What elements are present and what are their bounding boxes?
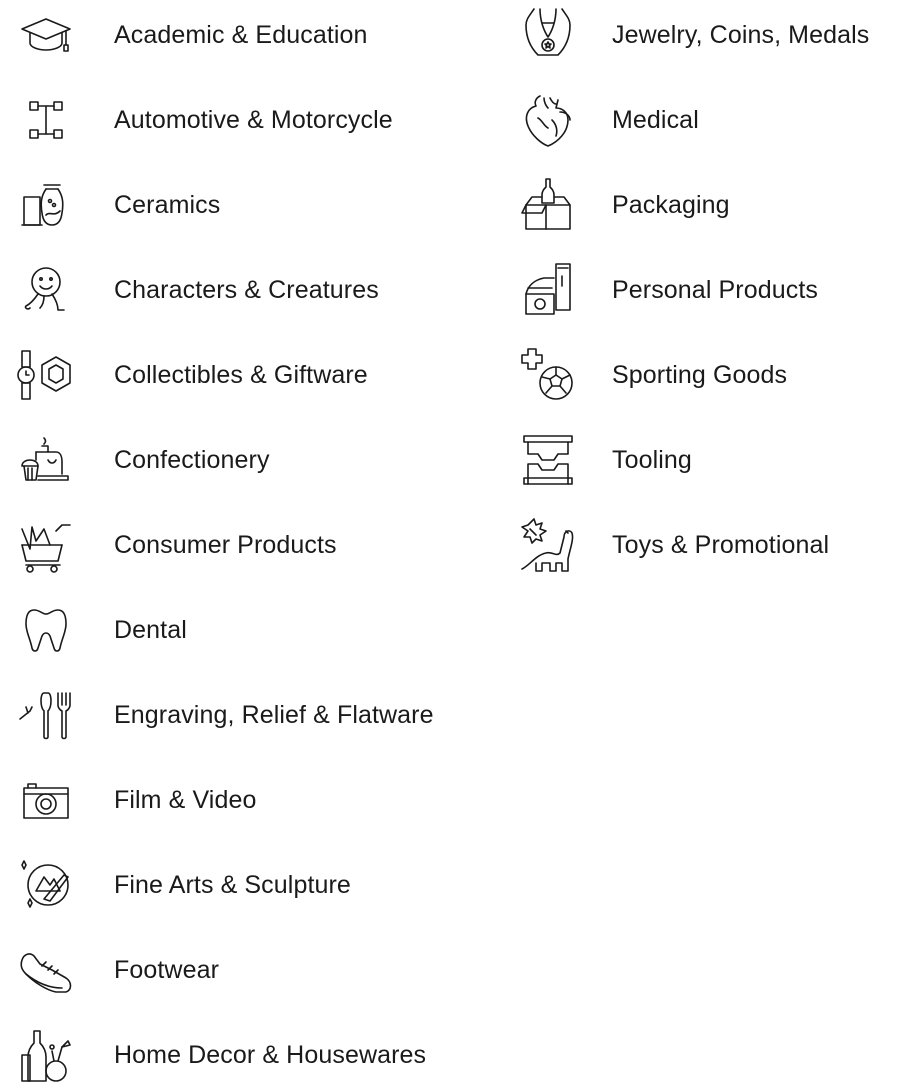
character-icon: [10, 255, 82, 325]
shopping-cart-icon: [10, 510, 82, 580]
graduation-cap-icon: [10, 0, 82, 70]
category-label: Personal Products: [612, 276, 818, 304]
category-label: Medical: [612, 106, 699, 134]
dinosaur-icon: [512, 510, 584, 580]
category-label: Consumer Products: [114, 531, 337, 559]
category-label: Academic & Education: [114, 21, 368, 49]
category-label: Engraving, Relief & Flatware: [114, 701, 434, 729]
mold-icon: [512, 425, 584, 495]
category-label: Home Decor & Housewares: [114, 1041, 427, 1069]
category-label: Jewelry, Coins, Medals: [612, 21, 870, 49]
category-label: Automotive & Motorcycle: [114, 106, 393, 134]
chassis-icon: [10, 85, 82, 155]
category-label: Sporting Goods: [612, 361, 788, 389]
watch-hexagon-icon: [10, 340, 82, 410]
category-label: Collectibles & Giftware: [114, 361, 368, 389]
category-label: Ceramics: [114, 191, 221, 219]
category-label: Characters & Creatures: [114, 276, 379, 304]
bottles-icon: [10, 1020, 82, 1090]
category-label: Footwear: [114, 956, 220, 984]
vases-icon: [10, 170, 82, 240]
category-list: Academic & Education Automotive & Motorc…: [0, 0, 903, 1086]
category-label: Toys & Promotional: [612, 531, 830, 559]
cutlery-icon: [10, 680, 82, 750]
category-label: Dental: [114, 616, 187, 644]
soccer-ball-icon: [512, 340, 584, 410]
category-label: Tooling: [612, 446, 692, 474]
cosmetics-icon: [512, 255, 584, 325]
tooth-icon: [10, 595, 82, 665]
palette-icon: [10, 850, 82, 920]
category-label: Packaging: [612, 191, 730, 219]
heart-organ-icon: [512, 85, 584, 155]
category-label: Film & Video: [114, 786, 257, 814]
necklace-icon: [512, 0, 584, 70]
sneaker-icon: [10, 935, 82, 1005]
camera-icon: [10, 765, 82, 835]
category-label: Fine Arts & Sculpture: [114, 871, 351, 899]
box-bottle-icon: [512, 170, 584, 240]
category-label: Confectionery: [114, 446, 270, 474]
cake-icon: [10, 425, 82, 495]
